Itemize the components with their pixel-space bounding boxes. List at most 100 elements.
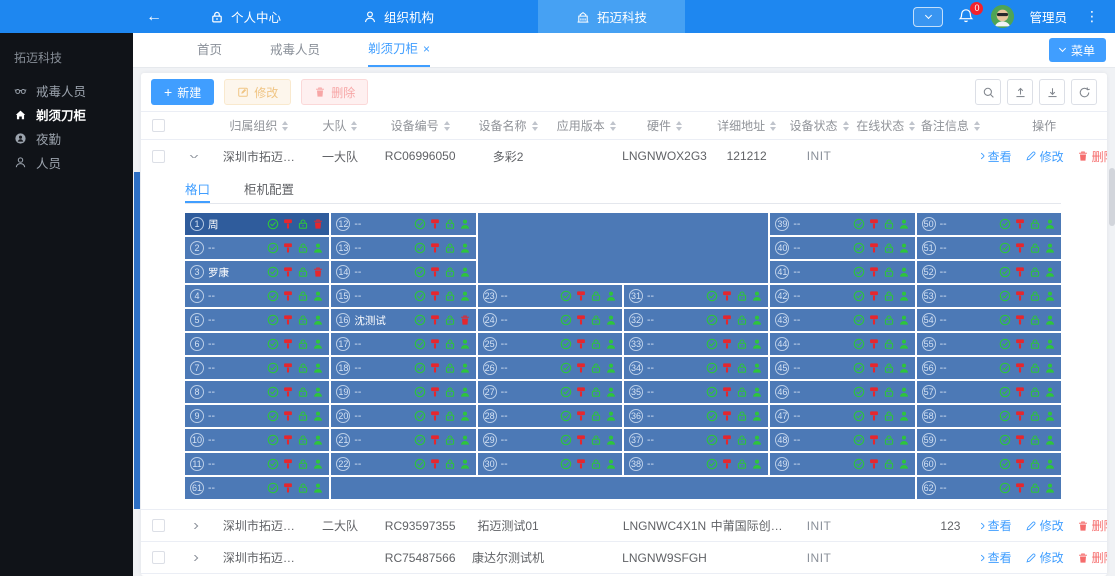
lock-icon[interactable] xyxy=(297,290,309,302)
person-icon[interactable] xyxy=(1044,386,1056,398)
person-icon[interactable] xyxy=(459,362,471,374)
razor-icon[interactable] xyxy=(868,218,880,230)
check-icon[interactable] xyxy=(267,266,279,278)
check-icon[interactable] xyxy=(999,362,1011,374)
check-icon[interactable] xyxy=(853,266,865,278)
lock-icon[interactable] xyxy=(297,218,309,230)
lock-icon[interactable] xyxy=(736,290,748,302)
razor-icon[interactable] xyxy=(282,362,294,374)
lock-icon[interactable] xyxy=(736,434,748,446)
check-icon[interactable] xyxy=(853,314,865,326)
tab-lockers[interactable]: 格口 xyxy=(185,178,210,203)
person-icon[interactable] xyxy=(1044,338,1056,350)
person-icon[interactable] xyxy=(312,338,324,350)
check-icon[interactable] xyxy=(853,218,865,230)
sidebar-item-rehab-personnel[interactable]: 戒毒人员 xyxy=(0,78,133,102)
locker-cell-40[interactable]: 40-- xyxy=(770,237,914,259)
locker-cell-13[interactable]: 13-- xyxy=(331,237,475,259)
razor-icon[interactable] xyxy=(868,314,880,326)
locker-cell-52[interactable]: 52-- xyxy=(917,261,1061,283)
person-icon[interactable] xyxy=(751,386,763,398)
scrollbar-thumb[interactable] xyxy=(1109,168,1115,226)
check-icon[interactable] xyxy=(560,362,572,374)
razor-icon[interactable] xyxy=(282,410,294,422)
locker-cell-56[interactable]: 56-- xyxy=(917,357,1061,379)
razor-icon[interactable] xyxy=(1014,434,1026,446)
locker-cell-39[interactable]: 39-- xyxy=(770,213,914,235)
razor-icon[interactable] xyxy=(282,314,294,326)
razor-icon[interactable] xyxy=(868,362,880,374)
razor-icon[interactable] xyxy=(575,410,587,422)
row-checkbox[interactable] xyxy=(152,551,165,564)
person-icon[interactable] xyxy=(898,242,910,254)
razor-icon[interactable] xyxy=(1014,386,1026,398)
locker-cell-5[interactable]: 5-- xyxy=(185,309,329,331)
locker-cell-36[interactable]: 36-- xyxy=(624,405,768,427)
razor-icon[interactable] xyxy=(721,386,733,398)
locker-cell-47[interactable]: 47-- xyxy=(770,405,914,427)
razor-icon[interactable] xyxy=(721,362,733,374)
lock-icon[interactable] xyxy=(883,410,895,422)
sort-icon[interactable] xyxy=(610,121,616,131)
person-icon[interactable] xyxy=(898,434,910,446)
view-link[interactable]: 查看 xyxy=(981,517,1011,534)
razor-icon[interactable] xyxy=(1014,242,1026,254)
locker-cell-48[interactable]: 48-- xyxy=(770,429,914,451)
person-icon[interactable] xyxy=(1044,458,1056,470)
lock-icon[interactable] xyxy=(297,338,309,350)
locker-cell-42[interactable]: 42-- xyxy=(770,285,914,307)
razor-icon[interactable] xyxy=(282,434,294,446)
header-address[interactable]: 详细地址 xyxy=(707,117,786,134)
check-icon[interactable] xyxy=(706,338,718,350)
razor-icon[interactable] xyxy=(575,314,587,326)
locker-cell-6[interactable]: 6-- xyxy=(185,333,329,355)
razor-icon[interactable] xyxy=(429,410,441,422)
navbar-item-organization[interactable]: 组织机构 xyxy=(343,0,454,33)
lock-icon[interactable] xyxy=(736,362,748,374)
avatar[interactable] xyxy=(991,5,1014,28)
razor-icon[interactable] xyxy=(721,290,733,302)
check-icon[interactable] xyxy=(267,314,279,326)
lock-icon[interactable] xyxy=(297,386,309,398)
check-icon[interactable] xyxy=(706,362,718,374)
check-icon[interactable] xyxy=(267,362,279,374)
refresh-button[interactable] xyxy=(1071,79,1097,105)
locker-cell-32[interactable]: 32-- xyxy=(624,309,768,331)
locker-cell-11[interactable]: 11-- xyxy=(185,453,329,475)
razor-icon[interactable] xyxy=(1014,266,1026,278)
locker-cell-57[interactable]: 57-- xyxy=(917,381,1061,403)
tab-home[interactable]: 首页 xyxy=(197,33,222,67)
person-icon[interactable] xyxy=(1044,290,1056,302)
razor-icon[interactable] xyxy=(868,458,880,470)
check-icon[interactable] xyxy=(267,482,279,494)
view-link[interactable]: 查看 xyxy=(981,148,1011,165)
lock-icon[interactable] xyxy=(444,290,456,302)
delete-button[interactable]: 删除 xyxy=(301,79,368,105)
person-icon[interactable] xyxy=(312,362,324,374)
check-icon[interactable] xyxy=(560,386,572,398)
lock-icon[interactable] xyxy=(590,410,602,422)
locker-cell-29[interactable]: 29-- xyxy=(478,429,622,451)
razor-icon[interactable] xyxy=(429,314,441,326)
person-icon[interactable] xyxy=(312,386,324,398)
locker-cell-7[interactable]: 7-- xyxy=(185,357,329,379)
locker-cell-12[interactable]: 12-- xyxy=(331,213,475,235)
expand-row-icon[interactable] xyxy=(190,555,198,561)
download-button[interactable] xyxy=(1039,79,1065,105)
person-icon[interactable] xyxy=(898,290,910,302)
locker-cell-27[interactable]: 27-- xyxy=(478,381,622,403)
razor-icon[interactable] xyxy=(429,290,441,302)
locker-cell-62[interactable]: 62-- xyxy=(917,477,1061,499)
locker-cell-15[interactable]: 15-- xyxy=(331,285,475,307)
locker-cell-28[interactable]: 28-- xyxy=(478,405,622,427)
razor-icon[interactable] xyxy=(1014,290,1026,302)
person-icon[interactable] xyxy=(605,386,617,398)
lock-icon[interactable] xyxy=(736,458,748,470)
person-icon[interactable] xyxy=(1044,362,1056,374)
check-icon[interactable] xyxy=(706,410,718,422)
header-remark[interactable]: 备注信息 xyxy=(920,117,982,134)
person-icon[interactable] xyxy=(1044,266,1056,278)
lock-icon[interactable] xyxy=(883,362,895,374)
razor-icon[interactable] xyxy=(575,290,587,302)
locker-cell-19[interactable]: 19-- xyxy=(331,381,475,403)
